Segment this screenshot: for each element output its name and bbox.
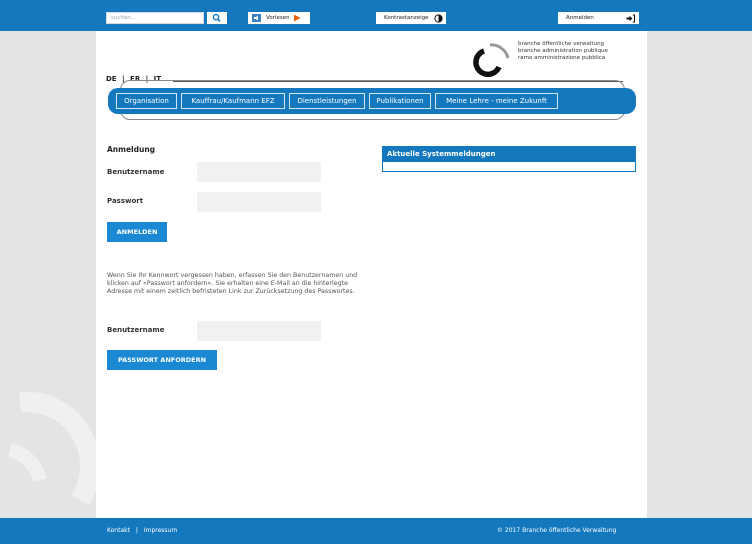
speaker-icon — [252, 14, 261, 22]
login-heading: Anmeldung — [107, 145, 156, 154]
nav-item-dienstleistungen[interactable]: Dienstleistungen — [289, 93, 365, 109]
login-submit-button[interactable]: ANMELDEN — [107, 222, 167, 242]
password-input[interactable] — [197, 192, 321, 212]
username-label: Benutzername — [107, 168, 165, 176]
footer-copyright: © 2017 Branche öffentliche Verwaltung — [497, 527, 617, 534]
reset-username-label: Benutzername — [107, 326, 165, 334]
brand-line-it: ramo amministrazione pubblica — [518, 55, 606, 61]
nav-item-organisation[interactable]: Organisation — [116, 93, 177, 109]
request-password-button[interactable]: PASSWORT ANFORDERN — [107, 350, 217, 370]
login-button[interactable]: Anmelden — [558, 12, 639, 24]
search-icon — [212, 13, 221, 22]
search-input[interactable]: suchen... — [106, 12, 204, 24]
username-input[interactable] — [197, 162, 321, 182]
brand-line-de: branche öffentliche verwaltung — [518, 41, 605, 47]
read-aloud-button[interactable]: Vorlesen — [248, 12, 310, 24]
decorative-logo-arc — [0, 380, 96, 518]
system-messages-heading: Aktuelle Systemmeldungen — [383, 147, 635, 162]
contrast-label: Kontrastanzeige — [384, 15, 429, 21]
footer: Kontakt | Impressum © 2017 Branche öffen… — [0, 518, 752, 544]
footer-link-contact[interactable]: Kontakt — [107, 527, 130, 534]
contrast-button[interactable]: Kontrastanzeige — [376, 12, 446, 24]
login-label: Anmelden — [566, 15, 594, 21]
top-bar: suchen... Vorlesen Kontrastanzeige Anmel… — [0, 0, 752, 31]
main-content: branche öffentliche verwaltung branche a… — [96, 31, 647, 518]
nav-item-meine-lehre[interactable]: Meine Lehre - meine Zukunft — [435, 93, 558, 109]
main-navigation: Organisation Kauffrau/Kaufmann EFZ Diens… — [108, 88, 636, 114]
password-reset-info: Wenn Sie Ihr Kennwort vergessen haben, e… — [107, 272, 358, 295]
nav-item-kauffrau-kaufmann[interactable]: Kauffrau/Kaufmann EFZ — [181, 93, 285, 109]
password-label: Passwort — [107, 197, 144, 205]
footer-links: Kontakt | Impressum — [107, 527, 181, 534]
play-icon — [294, 14, 301, 22]
login-icon — [626, 14, 635, 22]
system-messages-panel: Aktuelle Systemmeldungen — [382, 146, 636, 172]
nav-item-publikationen[interactable]: Publikationen — [369, 93, 431, 109]
read-aloud-label: Vorlesen — [266, 15, 290, 21]
contrast-icon — [434, 13, 443, 23]
footer-link-imprint[interactable]: Impressum — [144, 527, 177, 534]
reset-username-input[interactable] — [197, 321, 321, 341]
brand-text: branche öffentliche verwaltung branche a… — [518, 41, 608, 62]
search-button[interactable] — [207, 12, 227, 24]
lang-de[interactable]: DE — [106, 75, 117, 83]
brand-logo-icon — [473, 43, 510, 78]
footer-separator: | — [135, 527, 138, 534]
brand-line-fr: branche administration publique — [518, 48, 608, 54]
